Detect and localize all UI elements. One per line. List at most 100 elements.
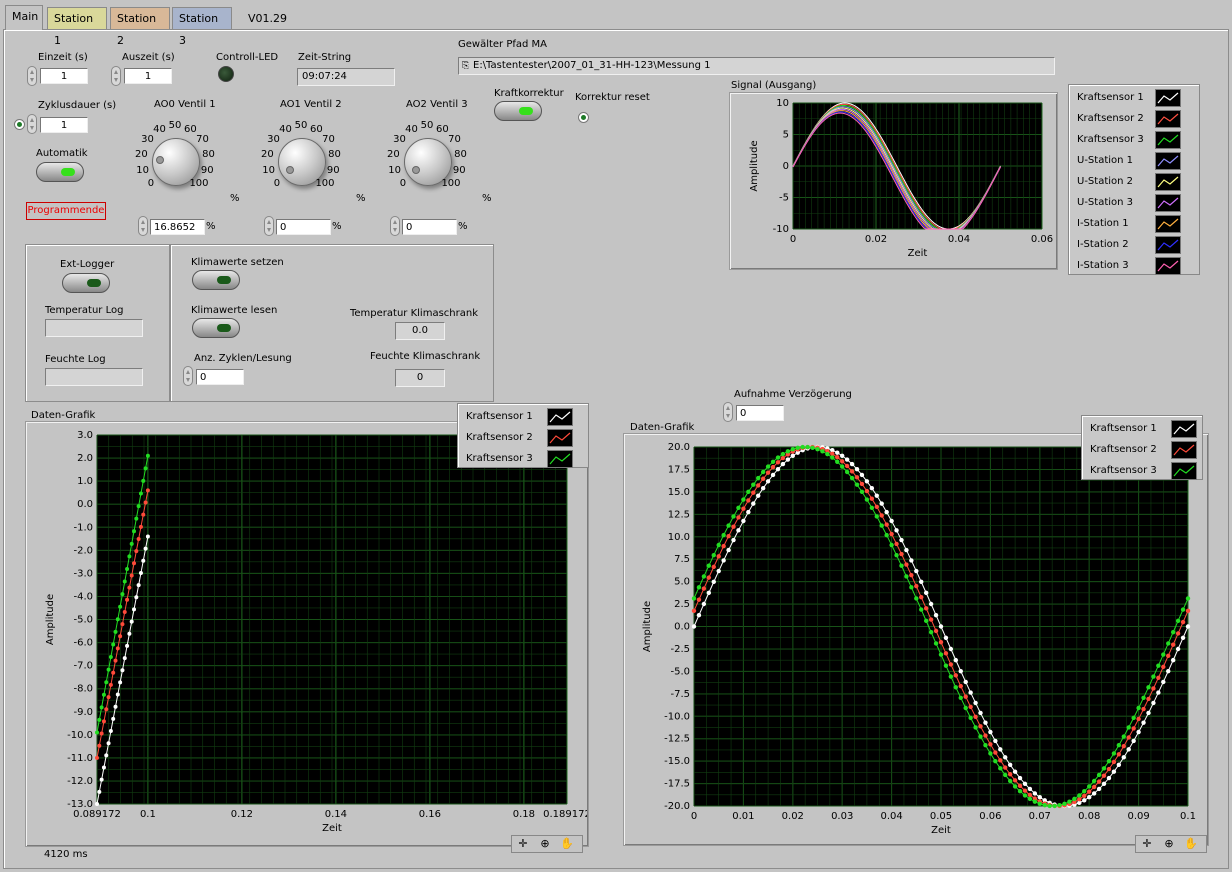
- data-point: [129, 573, 134, 578]
- data-point: [1185, 624, 1191, 629]
- legend-label: I-Station 3: [1077, 260, 1129, 271]
- y-tick-label: -8.0: [73, 684, 93, 695]
- data-point: [988, 742, 993, 747]
- zoom-icon[interactable]: ⊕: [1158, 836, 1180, 852]
- legend-swatch-line: [1157, 260, 1179, 271]
- signal-graph[interactable]: 0 0.02 0.04 0.06 10 5 0 -5 -10 Zeit Amplitude: [729, 92, 1056, 268]
- dial-value-stepper[interactable]: [390, 216, 400, 236]
- dial-value-input[interactable]: 0: [276, 219, 331, 235]
- data-point: [120, 668, 125, 673]
- dial-tick-label: 40: [279, 123, 292, 135]
- kraftkorrektur-toggle[interactable]: [494, 101, 542, 121]
- pfad-display[interactable]: ⎘ E:\Tastentester\2007_01_31-HH-123\Mess…: [458, 57, 1055, 75]
- y-tick-label: -12.0: [67, 776, 93, 787]
- dial-tick-label: 100: [441, 178, 461, 190]
- x-tick-label: 0.089172: [73, 809, 121, 820]
- data-point: [1012, 784, 1018, 789]
- dial-value-input[interactable]: 0: [402, 219, 457, 235]
- dial-value-stepper[interactable]: [138, 216, 148, 236]
- tab-main[interactable]: Main: [5, 5, 43, 30]
- y-tick-label: -12.5: [664, 734, 690, 745]
- data-point: [973, 725, 978, 730]
- cursor-icon[interactable]: ✛: [1136, 836, 1158, 852]
- dial-tick-label: 50: [420, 120, 434, 131]
- auszeit-input[interactable]: 1: [124, 68, 172, 84]
- legend-swatch-line: [549, 432, 571, 443]
- legend-swatch: [547, 428, 573, 447]
- data-point: [99, 777, 104, 782]
- daten-grafik-left[interactable]: 0.089172 0.1 0.12 0.14 0.16 0.18 0.189172 3.0 2.…: [25, 421, 587, 845]
- zyklusdauer-radio[interactable]: [14, 119, 25, 130]
- korrektur-reset-radio[interactable]: [578, 112, 589, 123]
- zoom-icon[interactable]: ⊕: [534, 836, 556, 852]
- data-point: [854, 482, 860, 487]
- data-point: [99, 705, 104, 710]
- ext-logger-toggle[interactable]: [62, 273, 110, 293]
- dial-value-stepper[interactable]: [264, 216, 274, 236]
- y-tick-label: -5.0: [670, 666, 690, 677]
- data-point: [968, 690, 973, 695]
- data-point: [1047, 803, 1052, 809]
- y-tick-label: -13.0: [67, 799, 93, 810]
- dial-tick-label: 90: [326, 164, 340, 176]
- graph-tools-right[interactable]: ✛ ⊕ ✋: [1135, 835, 1207, 853]
- einzeit-input[interactable]: 1: [40, 68, 88, 84]
- legend-swatch: [1155, 235, 1181, 254]
- x-tick-label: 0.06: [1031, 234, 1053, 245]
- tab-station-3[interactable]: Station 3: [172, 7, 232, 47]
- tab-station-2[interactable]: Station 2: [110, 7, 170, 47]
- kraftkorrektur-label: Kraftkorrektur: [494, 88, 564, 99]
- zyklen-lesung-input[interactable]: 0: [196, 369, 244, 385]
- data-point: [1067, 799, 1072, 804]
- data-point: [101, 719, 106, 724]
- data-point: [1185, 608, 1191, 614]
- data-point: [923, 590, 929, 596]
- legend-label: I-Station 1: [1077, 218, 1129, 229]
- data-point: [899, 537, 904, 543]
- data-point: [958, 668, 963, 674]
- data-point: [988, 751, 993, 756]
- data-point: [1126, 735, 1131, 740]
- legend-label: Kraftsensor 1: [1077, 92, 1144, 103]
- cursor-icon[interactable]: ✛: [512, 836, 534, 852]
- data-point: [1096, 772, 1102, 778]
- data-point: [983, 733, 988, 738]
- daten-grafik-right[interactable]: 0 0.01 0.02 0.03 0.04 0.05 0.06 0.07 0.08 0.09 0.1…: [623, 433, 1207, 844]
- aufnahme-input[interactable]: 0: [736, 405, 784, 421]
- zeit-string-label: Zeit-String: [298, 52, 352, 63]
- legend-swatch-line: [1157, 92, 1179, 103]
- y-tick-label: -9.0: [73, 707, 93, 718]
- klimawerte-lesen-toggle[interactable]: [192, 318, 240, 338]
- auszeit-stepper[interactable]: [111, 66, 121, 86]
- data-point: [696, 585, 702, 590]
- data-point: [790, 447, 795, 452]
- data-point: [108, 655, 113, 660]
- dial-pointer-icon: [412, 165, 421, 174]
- data-point: [1126, 747, 1131, 752]
- zyklusdauer-stepper[interactable]: [27, 114, 37, 134]
- klimawerte-lesen-label: Klimawerte lesen: [191, 305, 278, 316]
- automatik-toggle[interactable]: [36, 162, 84, 182]
- dial-value-input[interactable]: 16.8652: [150, 219, 205, 235]
- graph-tools-left[interactable]: ✛ ⊕ ✋: [511, 835, 583, 853]
- data-point: [1082, 789, 1087, 794]
- data-point: [141, 512, 146, 517]
- zyklusdauer-input[interactable]: 1: [40, 117, 88, 133]
- data-point: [948, 662, 954, 667]
- zyklen-lesung-stepper[interactable]: [183, 366, 193, 386]
- y-tick-label: 20.0: [668, 442, 690, 453]
- data-point: [701, 601, 707, 607]
- einzeit-label: Einzeit (s): [38, 52, 88, 63]
- einzeit-stepper[interactable]: [27, 66, 37, 86]
- klimawerte-setzen-toggle[interactable]: [192, 270, 240, 290]
- data-point: [1077, 797, 1082, 802]
- dial-tick-label: 0: [273, 178, 281, 190]
- legend-swatch: [1155, 130, 1181, 149]
- aufnahme-stepper[interactable]: [723, 402, 733, 422]
- pan-hand-icon[interactable]: ✋: [556, 836, 578, 852]
- tab-station-1[interactable]: Station 1: [47, 7, 107, 47]
- programmende-button[interactable]: Programmende: [26, 202, 106, 220]
- legend-label: Kraftsensor 3: [1077, 134, 1144, 145]
- pan-hand-icon[interactable]: ✋: [1180, 836, 1202, 852]
- data-point: [909, 558, 914, 563]
